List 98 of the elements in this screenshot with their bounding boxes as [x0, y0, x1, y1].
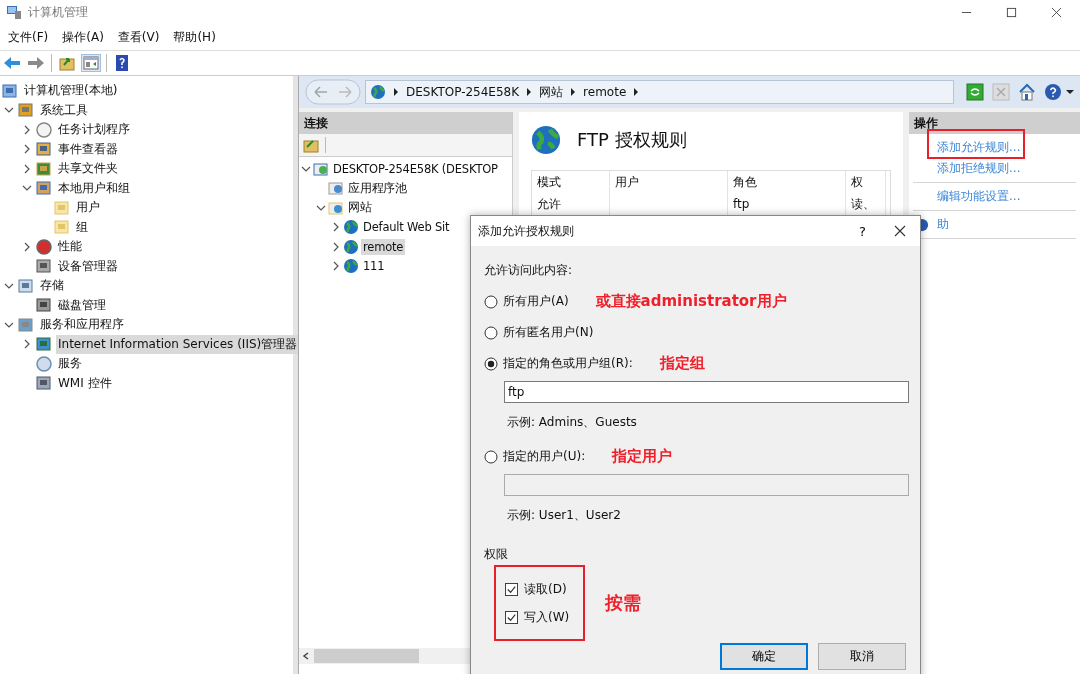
help-button[interactable]: ? [855, 223, 870, 239]
column-header[interactable]: 模式 [532, 171, 610, 193]
column-header[interactable]: 权 [846, 171, 886, 193]
tree-item[interactable]: 网站 [346, 199, 374, 217]
globe-icon [343, 238, 359, 255]
address-bar[interactable]: DESKTOP-254E58K 网站 remote [365, 80, 954, 104]
column-header[interactable]: 角色 [728, 171, 846, 193]
breadcrumb-arrow-icon[interactable] [570, 88, 577, 96]
tree-item[interactable]: 任务计划程序 [56, 120, 132, 140]
window-title: 计算机管理 [28, 3, 88, 21]
maximize-icon[interactable] [1006, 6, 1017, 18]
tree-item[interactable]: 本地用户和组 [56, 178, 132, 198]
globe-icon [370, 84, 386, 100]
dialog-button[interactable]: 确定 [720, 643, 808, 670]
prompt-label: 允许访问此内容: [484, 262, 574, 279]
tree-item[interactable]: Default Web Sit [361, 219, 452, 236]
tree-item[interactable]: DESKTOP-254E58K (DESKTOP [331, 160, 500, 177]
expand-chevron-icon[interactable] [331, 241, 341, 252]
computer-management-icon [6, 4, 22, 20]
tree-item[interactable]: 应用程序池 [346, 179, 409, 197]
globe-icon [531, 125, 561, 155]
help-icon[interactable] [1044, 83, 1062, 101]
panel-header: 连接 [299, 112, 512, 134]
tree-item[interactable]: 磁盘管理 [56, 295, 108, 315]
breadcrumb[interactable]: remote [583, 85, 627, 99]
annotation: 指定组 [659, 354, 705, 373]
column-header[interactable]: 用户 [610, 171, 728, 193]
radio-label[interactable]: 所有匿名用户(N) [503, 324, 594, 341]
tree-item[interactable]: 服务 [56, 354, 84, 374]
example-hint: 示例: Admins、Guests [507, 414, 638, 431]
globe-icon [343, 219, 359, 236]
radio-button[interactable] [484, 449, 498, 464]
forward-arrow-icon[interactable] [27, 55, 45, 71]
tree-item[interactable]: 存储 [38, 276, 66, 296]
checkbox[interactable] [505, 610, 518, 624]
expand-chevron-icon[interactable] [22, 339, 32, 350]
tree-item[interactable]: 计算机管理(本地) [22, 81, 120, 101]
expand-chevron-icon[interactable] [331, 261, 341, 272]
input-field[interactable]: ftp [504, 381, 909, 403]
tree-item[interactable]: 系统工具 [38, 100, 90, 120]
menu-item[interactable]: 文件(F) [8, 28, 49, 46]
annotation: 按需 [605, 591, 642, 615]
breadcrumb-arrow-icon[interactable] [633, 88, 640, 96]
tree-item[interactable]: 共享文件夹 [56, 159, 120, 179]
tree-item[interactable]: 服务和应用程序 [38, 315, 126, 335]
breadcrumb-arrow-icon[interactable] [393, 88, 399, 96]
refresh-icon[interactable] [966, 83, 984, 101]
close-icon[interactable] [1051, 6, 1062, 18]
dialog-button[interactable]: 取消 [818, 643, 906, 670]
radio-label[interactable]: 所有用户(A) [503, 293, 569, 310]
expand-chevron-icon[interactable] [22, 124, 32, 135]
tree-item[interactable]: WMI 控件 [56, 373, 114, 393]
menu-item[interactable]: 操作(A) [62, 28, 104, 46]
section-label: 权限 [484, 546, 509, 563]
tree-item[interactable]: 组 [74, 217, 90, 237]
back-arrow-icon[interactable] [3, 55, 21, 71]
tree-item[interactable]: Internet Information Services (IIS)管理器 [56, 334, 300, 354]
breadcrumb[interactable]: DESKTOP-254E58K [406, 85, 520, 99]
breadcrumb[interactable]: 网站 [539, 83, 564, 101]
tree-item[interactable]: 事件查看器 [56, 139, 120, 159]
expand-chevron-icon[interactable] [331, 222, 341, 233]
radio-button[interactable] [484, 325, 498, 340]
expand-chevron-icon[interactable] [22, 163, 32, 174]
annotation: 或直接administrator用户 [595, 292, 787, 311]
tree-item[interactable]: remote [361, 238, 406, 255]
dialog-title: 添加允许授权规则 [478, 222, 574, 240]
expand-chevron-icon[interactable] [22, 144, 32, 155]
checkbox-label[interactable]: 读取(D) [524, 580, 567, 598]
folder-up-icon[interactable] [58, 55, 76, 71]
tree-item[interactable]: 性能 [56, 237, 84, 257]
radio-label[interactable]: 指定的角色或用户组(R): [503, 355, 633, 372]
action-link[interactable]: 添加拒绝规则... [937, 160, 1021, 177]
checkbox[interactable] [505, 582, 518, 596]
radio-label[interactable]: 指定的用户(U): [503, 448, 586, 465]
help-icon[interactable] [113, 55, 131, 71]
tree-item[interactable]: 设备管理器 [56, 256, 120, 276]
action-link[interactable]: 编辑功能设置... [937, 188, 1021, 205]
breadcrumb-arrow-icon[interactable] [526, 88, 533, 96]
expand-chevron-icon[interactable] [22, 241, 32, 252]
menu-item[interactable]: 帮助(H) [173, 28, 216, 46]
home-icon[interactable] [1018, 83, 1036, 101]
tree-item[interactable]: 用户 [74, 198, 102, 218]
feature-title: FTP 授权规则 [577, 128, 687, 152]
connect-icon[interactable] [303, 137, 319, 153]
checkbox-label[interactable]: 写入(W) [524, 608, 570, 626]
menu-item[interactable]: 查看(V) [117, 28, 160, 46]
annotation: 指定用户 [612, 447, 673, 466]
tree-item[interactable]: 111 [361, 258, 387, 275]
action-link[interactable]: 添加允许规则... [937, 139, 1021, 156]
console-tree-icon[interactable] [82, 55, 100, 71]
radio-button[interactable] [484, 356, 498, 371]
panel-header: 操作 [909, 112, 1080, 134]
dropdown-caret-icon[interactable] [1066, 89, 1074, 95]
example-hint: 示例: User1、User2 [507, 507, 622, 524]
action-link[interactable]: 助 [937, 216, 949, 233]
radio-button[interactable] [484, 294, 498, 309]
close-icon[interactable] [894, 225, 906, 237]
globe-icon [343, 258, 359, 275]
